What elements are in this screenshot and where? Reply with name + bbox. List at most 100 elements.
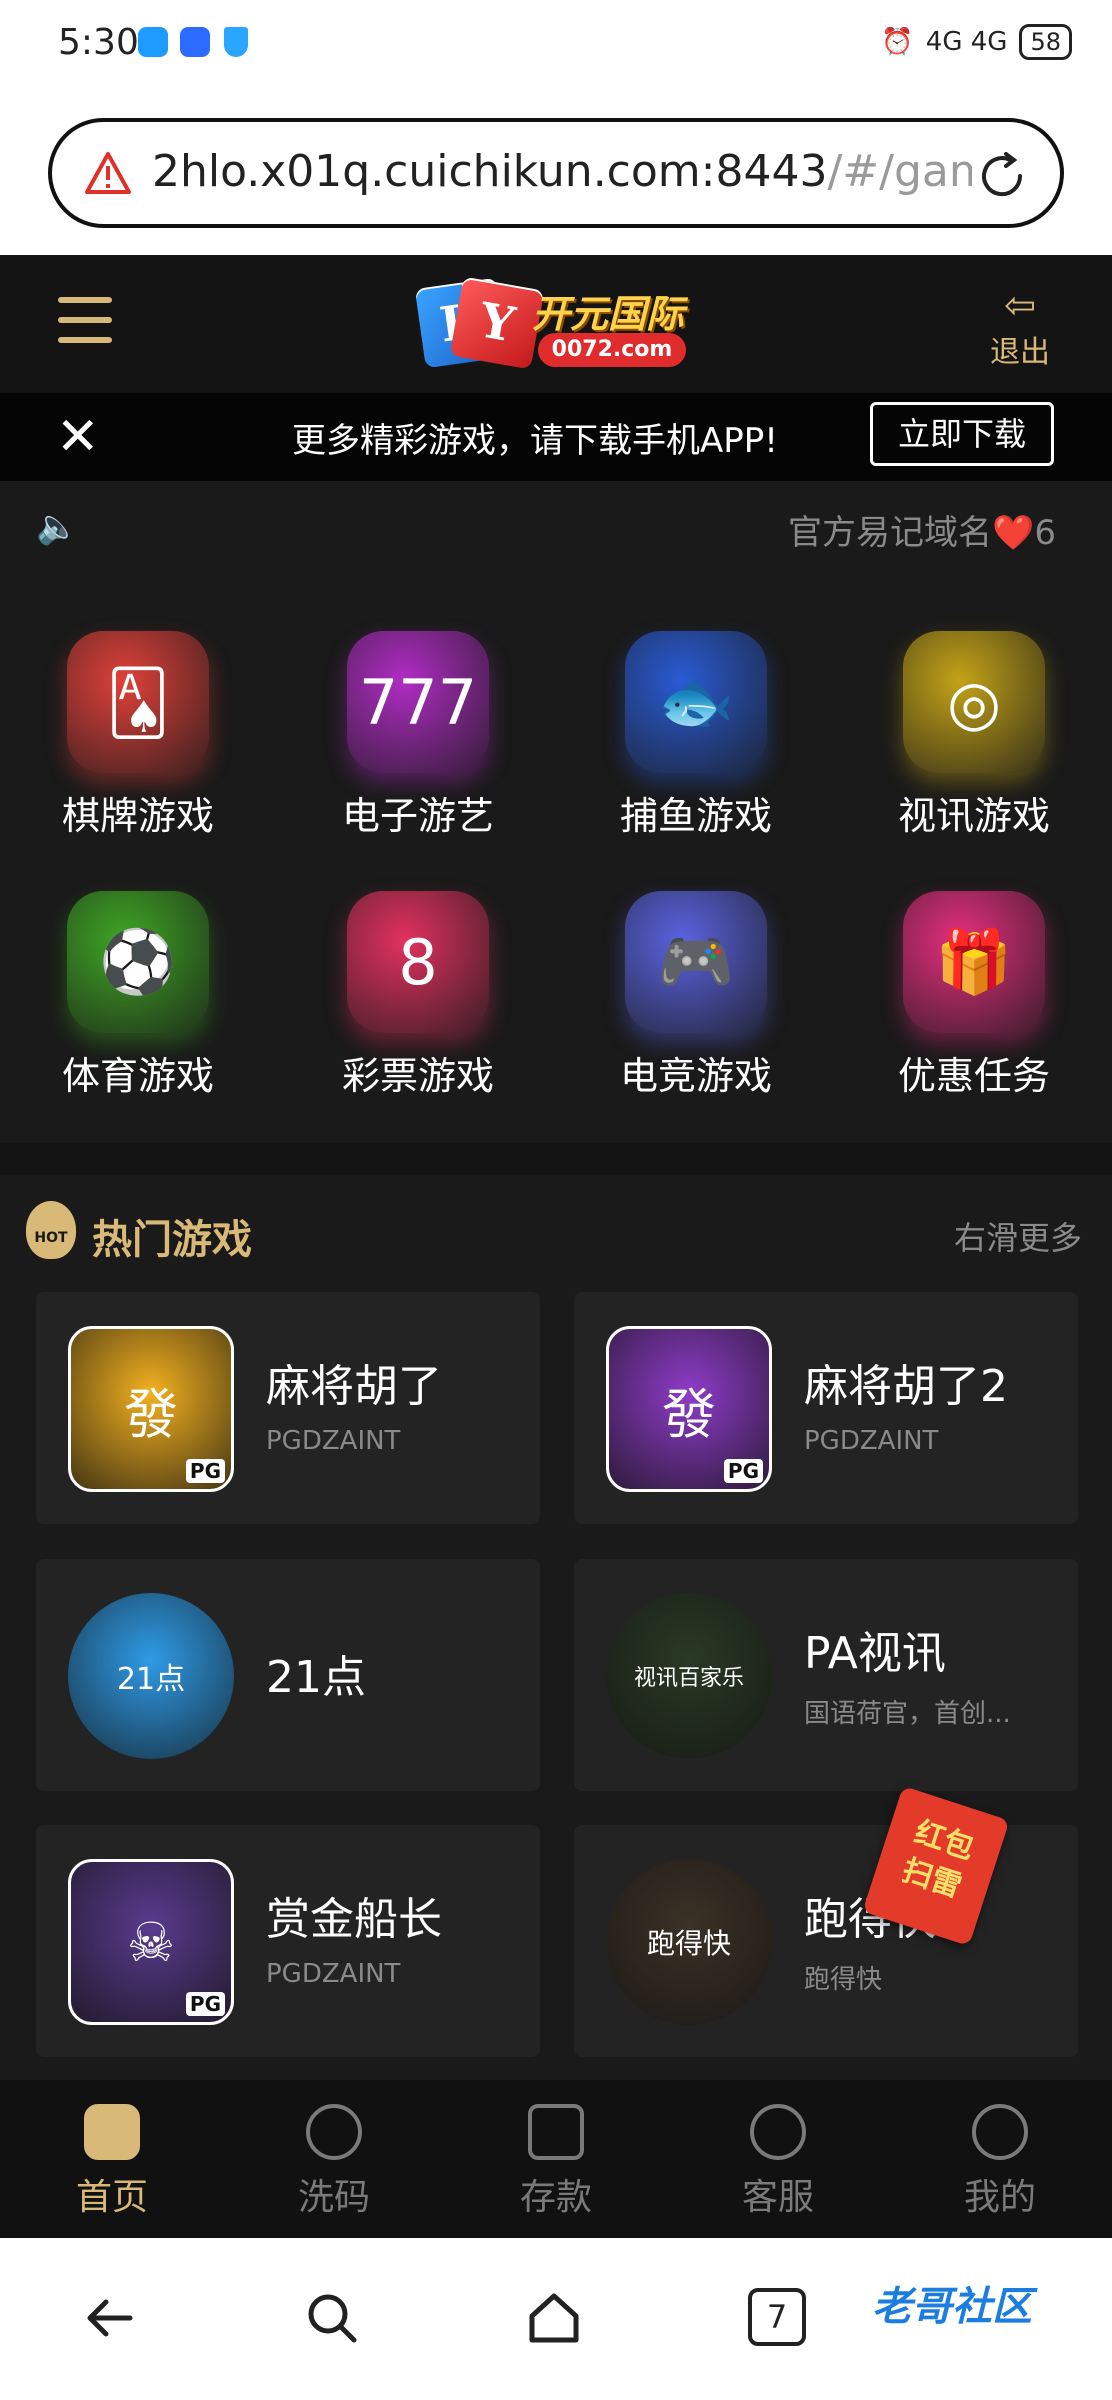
address-bar[interactable]: 2hlo.x01q.cuichikun.com:8443/#/gam xyxy=(48,118,1064,228)
category-live[interactable]: ◎ 视讯游戏 xyxy=(874,631,1074,840)
voice-icon xyxy=(180,27,210,57)
watermark-logo: 老哥社区 xyxy=(872,2284,1032,2330)
back-icon[interactable] xyxy=(80,2288,140,2348)
game-card[interactable]: 跑得快 跑得快 跑得快 xyxy=(574,1825,1078,2057)
hot-flame-icon: HOT xyxy=(26,1201,76,1259)
roulette-icon: ◎ xyxy=(903,631,1045,773)
notice-text: 官方易记域名❤️6 xyxy=(788,513,1056,553)
category-chess[interactable]: 🂡 棋牌游戏 xyxy=(38,631,238,840)
banner-message: 更多精彩游戏，请下载手机APP! xyxy=(292,421,778,461)
site-logo[interactable]: K Y 开元国际 0072.com xyxy=(414,276,692,373)
reload-icon[interactable] xyxy=(974,148,1030,204)
deposit-icon xyxy=(528,2104,584,2160)
game-thumbnail: 21点 xyxy=(68,1593,234,1759)
game-name: 赏金船长 xyxy=(266,1894,442,1945)
category-label: 体育游戏 xyxy=(61,1054,214,1098)
nav-label: 我的 xyxy=(963,2177,1036,2218)
user-icon xyxy=(972,2104,1028,2160)
gift-icon: 🎁 xyxy=(903,891,1045,1033)
download-button[interactable]: 立即下载 xyxy=(870,402,1054,466)
category-lottery[interactable]: 8 彩票游戏 xyxy=(318,891,518,1100)
logout-icon: ⇦ xyxy=(1004,283,1036,327)
gamepad-icon: 🎮 xyxy=(625,891,767,1033)
tabs-button[interactable]: 7 xyxy=(748,2288,806,2346)
url-host: 2hlo.x01q.cuichikun.com:8443 xyxy=(152,146,828,197)
category-promo[interactable]: 🎁 优惠任务 xyxy=(874,891,1074,1100)
game-name: 麻将胡了 xyxy=(266,1361,442,1412)
status-right: ⏰ 4G 4G 58 xyxy=(881,24,1072,60)
search-icon[interactable] xyxy=(302,2288,362,2348)
category-label: 优惠任务 xyxy=(897,1054,1050,1098)
coin-icon xyxy=(306,2104,362,2160)
game-thumbnail: 视讯百家乐 xyxy=(606,1593,772,1759)
logo-site: 0072.com xyxy=(538,333,686,367)
slot-icon: 777 xyxy=(347,631,489,773)
cards-icon: 🂡 xyxy=(67,631,209,773)
url-text[interactable]: 2hlo.x01q.cuichikun.com:8443/#/gam xyxy=(152,146,972,197)
section-title: 热门游戏 xyxy=(92,1217,252,1263)
system-nav-bar: 7 老哥社区 xyxy=(0,2238,1112,2400)
game-thumbnail: 發 PG xyxy=(68,1326,234,1492)
status-bar: 5:30 ⏰ 4G 4G 58 xyxy=(0,0,1112,90)
game-card[interactable]: 發 PG 麻将胡了2 PGDZAINT xyxy=(574,1292,1078,1524)
category-grid: 🂡 棋牌游戏 777 电子游艺 🐟 捕鱼游戏 ◎ 视讯游戏 ⚽ 体育游戏 8 彩… xyxy=(0,571,1112,1143)
battery-indicator: 58 xyxy=(1019,24,1072,60)
category-esports[interactable]: 🎮 电竞游戏 xyxy=(596,891,796,1100)
close-icon[interactable]: ✕ xyxy=(56,411,100,463)
more-link[interactable]: 右滑更多 xyxy=(954,1213,1082,1259)
game-name: 21点 xyxy=(266,1652,366,1703)
category-label: 彩票游戏 xyxy=(341,1054,494,1098)
nav-profile[interactable]: 我的 xyxy=(920,2104,1080,2220)
menu-icon[interactable] xyxy=(58,297,112,347)
hot-games-section: HOT 热门游戏 右滑更多 發 PG 麻将胡了 PGDZAINT 發 PG 麻将胡了… xyxy=(0,1175,1112,2080)
game-thumbnail: 跑得快 xyxy=(606,1859,772,2025)
nav-label: 存款 xyxy=(519,2177,592,2218)
support-icon xyxy=(750,2104,806,2160)
signal-icon: 4G 4G xyxy=(925,27,1008,57)
game-name: PA视讯 xyxy=(804,1628,946,1679)
url-path: /#/gam xyxy=(827,146,972,197)
game-card[interactable]: 21点 21点 xyxy=(36,1559,540,1791)
notice-bar: 🔈 官方易记域名❤️6 xyxy=(0,481,1112,571)
warning-icon[interactable] xyxy=(84,150,132,198)
game-thumbnail: ☠ PG xyxy=(68,1859,234,2025)
alarm-icon: ⏰ xyxy=(881,27,914,57)
nav-rebate[interactable]: 洗码 xyxy=(254,2104,414,2220)
logout-label: 退出 xyxy=(990,335,1050,370)
bottom-nav: 首页 洗码 存款 客服 我的 xyxy=(0,2080,1112,2238)
home-button-icon[interactable] xyxy=(524,2288,584,2348)
status-time: 5:30 xyxy=(58,22,139,63)
game-card[interactable]: 發 PG 麻将胡了 PGDZAINT xyxy=(36,1292,540,1524)
logo-y: Y xyxy=(449,276,545,370)
game-provider: 跑得快 xyxy=(804,1965,883,1995)
message-icon xyxy=(138,27,168,57)
fish-icon: 🐟 xyxy=(625,631,767,773)
app-header: K Y 开元国际 0072.com ⇦ 退出 xyxy=(0,255,1112,393)
speaker-icon: 🔈 xyxy=(36,507,79,547)
category-label: 电竞游戏 xyxy=(619,1054,772,1098)
logo-name: 开元国际 xyxy=(532,292,685,336)
game-name: 麻将胡了2 xyxy=(804,1361,1008,1412)
logout-button[interactable]: ⇦ 退出 xyxy=(980,283,1060,371)
game-card[interactable]: 视讯百家乐 PA视讯 国语荷官，首创... xyxy=(574,1559,1078,1791)
nav-label: 首页 xyxy=(75,2177,148,2218)
nav-label: 客服 xyxy=(741,2177,814,2218)
category-label: 捕鱼游戏 xyxy=(619,794,772,838)
nav-deposit[interactable]: 存款 xyxy=(476,2104,636,2220)
nav-label: 洗码 xyxy=(297,2177,370,2218)
billiard-icon: 8 xyxy=(347,891,489,1033)
category-fishing[interactable]: 🐟 捕鱼游戏 xyxy=(596,631,796,840)
soccer-icon: ⚽ xyxy=(67,891,209,1033)
category-label: 视讯游戏 xyxy=(897,794,1050,838)
nav-support[interactable]: 客服 xyxy=(698,2104,858,2220)
nav-home[interactable]: 首页 xyxy=(32,2104,192,2220)
download-banner: ✕ 更多精彩游戏，请下载手机APP! 立即下载 xyxy=(0,393,1112,481)
category-label: 棋牌游戏 xyxy=(61,794,214,838)
home-icon xyxy=(84,2104,140,2160)
shield-icon xyxy=(224,27,248,57)
category-slots[interactable]: 777 电子游艺 xyxy=(318,631,518,840)
category-sports[interactable]: ⚽ 体育游戏 xyxy=(38,891,238,1100)
game-card[interactable]: ☠ PG 赏金船长 PGDZAINT xyxy=(36,1825,540,2057)
game-provider: PGDZAINT xyxy=(804,1426,939,1456)
category-label: 电子游艺 xyxy=(341,794,494,838)
